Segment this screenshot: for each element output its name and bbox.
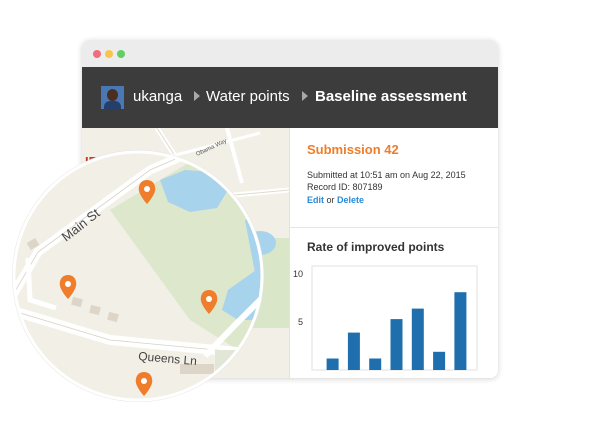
or-text: or [326,195,335,205]
chart-bar[interactable] [347,332,360,370]
map-magnifier[interactable]: Main St Queens Ln [10,150,270,404]
chart-bar[interactable] [411,308,424,370]
chart-title: Rate of improved points [307,240,445,254]
record-id: Record ID: 807189 [307,182,383,192]
breadcrumb: ukanga Water points Baseline assessment [82,67,498,128]
page-title: Baseline assessment [315,88,467,105]
submission-panel: Submission 42 Submitted at 10:51 am on A… [289,128,498,378]
avatar-face-icon [107,89,118,101]
breadcrumb-section-link[interactable]: Water points [206,88,290,106]
breadcrumb-user-link[interactable]: ukanga [133,88,182,106]
panel-divider [290,227,498,228]
bar-chart: 10 5 [293,265,478,371]
close-window-button[interactable] [93,50,101,58]
submission-timestamp: Submitted at 10:51 am on Aug 22, 2015 [307,170,466,180]
window-titlebar [82,40,498,68]
edit-link[interactable]: Edit [307,195,324,205]
y-tick-label: 10 [293,269,303,279]
avatar[interactable] [101,86,124,109]
breadcrumb-separator-icon [302,91,308,101]
y-tick-label: 5 [298,317,303,327]
maximize-window-button[interactable] [117,50,125,58]
minimize-window-button[interactable] [105,50,113,58]
submission-actions: Edit or Delete [307,194,364,206]
chart-bar[interactable] [326,358,339,371]
chart-bar[interactable] [433,351,446,370]
chart-bar[interactable] [390,319,403,370]
avatar-body-icon [104,101,121,109]
submission-title: Submission 42 [307,142,399,157]
delete-link[interactable]: Delete [337,195,364,205]
chart-bar[interactable] [369,358,382,371]
chart-bar[interactable] [454,292,467,370]
breadcrumb-separator-icon [194,91,200,101]
